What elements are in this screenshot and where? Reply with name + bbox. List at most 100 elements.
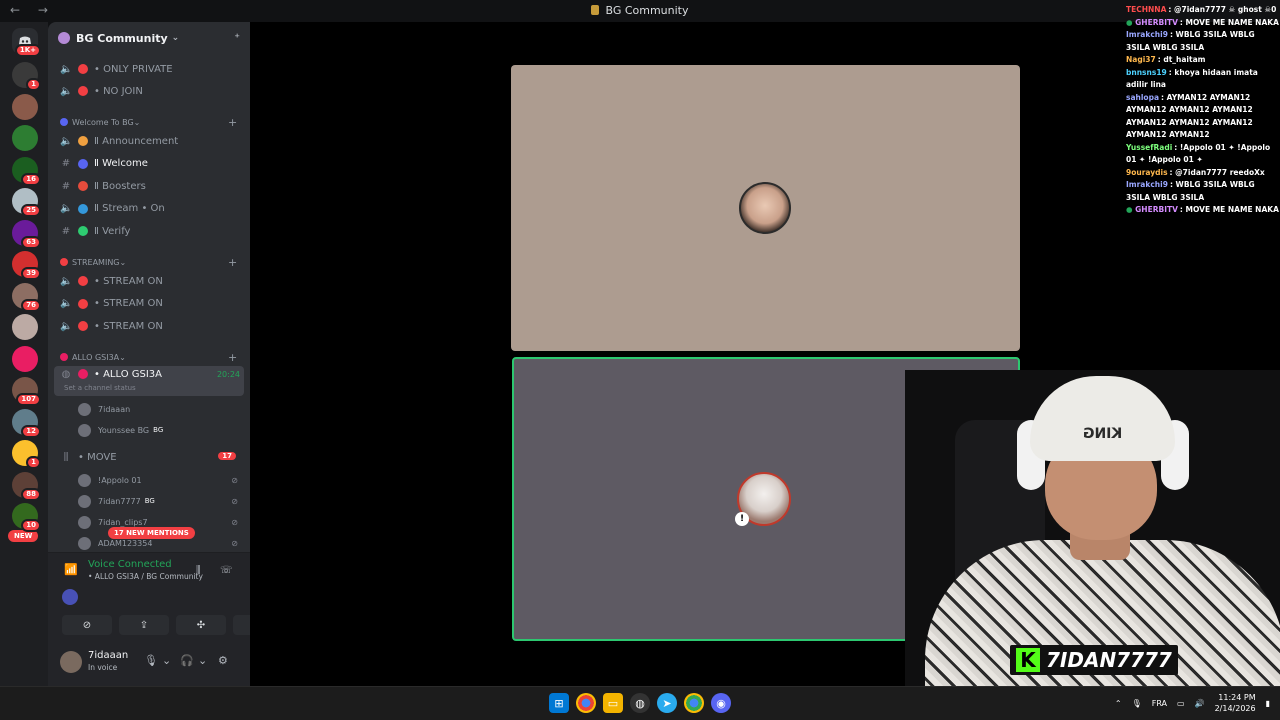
channel-item[interactable]: ⫼ • MOVE 17 [54,447,244,467]
channel-category[interactable]: STREAMING ⌄ + [60,255,237,269]
speaker-icon: 🔈 [60,320,73,332]
network-icon[interactable]: ▭ [1177,699,1185,708]
home-button[interactable]: 1K+ [12,28,41,57]
channel-status-hint[interactable]: Set a channel status [64,384,136,392]
chevron-down-icon[interactable]: ⌄ [198,654,207,667]
chevron-up-icon[interactable]: ⌃ [1115,699,1122,708]
clock[interactable]: 11:24 PM 2/14/2026 [1215,692,1256,714]
activities-icon[interactable]: ✣ [176,615,226,635]
file-explorer-icon[interactable]: ▭ [603,693,623,713]
voice-connected-title[interactable]: Voice Connected [88,559,172,570]
server-icon[interactable]: 10 [12,503,41,532]
signal-icon[interactable]: 📶 [64,563,78,576]
server-icon[interactable]: 88 [12,471,41,501]
server-icon[interactable]: 39 [12,251,41,280]
channel-emoji-icon [78,276,88,286]
channel-emoji-icon [78,158,88,169]
server-icon[interactable]: 16 [12,156,41,186]
server-icon[interactable]: 1 [12,440,41,469]
noise-suppression-icon[interactable]: ⫼ [196,565,201,576]
username[interactable]: 7idaaan [88,650,128,661]
chrome-icon[interactable] [684,693,704,713]
voice-participant[interactable]: !Appolo 01 ⊘ [78,471,244,489]
chevron-down-icon: ⌄ [133,117,141,127]
chevron-down-icon[interactable]: ⌄ [162,654,171,667]
server-icon[interactable]: 1 [12,62,41,91]
server-icon[interactable]: 25 [12,188,41,217]
new-mentions-pill[interactable]: 17 NEW MENTIONS [108,527,195,539]
server-icon[interactable]: 12 [12,408,41,438]
voice-participant[interactable]: Younssee BG BG [78,421,244,439]
channel-label: • ALLO GSI3A [94,369,163,380]
channel-item[interactable]: 🔈 Ⅱ Announcement [54,131,244,151]
speaker-icon: 🔈 [60,135,73,147]
disconnect-icon[interactable]: ☏ [220,565,233,576]
server-icon[interactable] [12,314,38,340]
chat-message: YussefRadi: !Appolo 01 ✦ !Appolo 01 ✦ !A… [1126,142,1280,167]
language-indicator[interactable]: FRA [1152,699,1167,708]
add-channel-icon[interactable]: + [228,351,237,364]
avatar [78,423,91,437]
server-icon[interactable]: 107 [12,377,41,406]
channel-item[interactable]: # Ⅱ Welcome [54,154,244,174]
chrome-icon[interactable] [576,693,596,713]
channel-item[interactable]: # Ⅱ Verify [54,221,244,241]
activity-avatar[interactable] [62,589,78,605]
server-icon[interactable]: 76 [12,282,41,312]
streamer-tag: K 7IDAN7777 [1010,645,1178,675]
webcam-overlay: KING [905,370,1280,686]
voice-channel-path[interactable]: • ALLO GSI3A / BG Community [88,572,203,581]
window-title: BG Community [0,4,1280,17]
headphones-icon[interactable]: 🎧 [180,654,194,667]
category-icon [60,353,68,361]
voice-channel-active[interactable]: ◍ • ALLO GSI3A 20:24 Set a channel status [54,366,244,396]
channel-category[interactable]: ALLO GSI3A ⌄ + [60,350,237,364]
add-channel-icon[interactable]: + [228,256,237,269]
channel-item[interactable]: # Ⅱ Boosters [54,176,244,196]
channel-item[interactable]: 🔈 • NO JOIN [54,81,244,101]
badge-icon: ● [1126,17,1136,27]
channel-item[interactable]: 🔈 Ⅱ Stream • On [54,199,244,219]
channel-item[interactable]: 🔈 • STREAM ON [54,316,244,336]
guild-header[interactable]: BG Community ⌄ ⁺ [48,22,250,54]
voice-participant[interactable]: 7idaaan [78,400,244,418]
microphone-icon[interactable]: 🎙 [1132,699,1142,708]
server-badge: 25 [21,204,41,217]
server-icon[interactable]: 63 [12,219,41,249]
add-channel-icon[interactable]: + [228,116,237,129]
channel-item[interactable]: 🔈 • STREAM ON [54,271,244,291]
chat-username: bnnsns19 [1126,67,1167,77]
share-screen-icon[interactable]: ⇪ [119,615,169,635]
call-timer: 20:24 [216,370,240,379]
avatar[interactable] [60,651,82,673]
camera-off-icon[interactable]: ⊘ [62,615,112,635]
role-tag: BG [153,426,164,434]
participant-name: Younssee BG [98,425,150,435]
telegram-icon[interactable]: ➤ [657,693,677,713]
add-member-icon[interactable]: ⁺ [234,31,240,44]
channel-label: Ⅱ Stream • On [94,203,165,215]
title-bar: ← → BG Community [0,0,1280,22]
category-icon [60,258,68,266]
voice-participant[interactable]: 7idan7777 BG ⊘ [78,492,244,510]
category-label: Welcome To BG [72,117,134,127]
server-badge: 1 [26,78,41,91]
chat-username: Nagi37 [1126,55,1156,64]
channel-category[interactable]: Welcome To BG ⌄ + [60,115,237,129]
guild-icon [58,32,70,44]
notification-icon[interactable]: ▮ [1266,699,1270,708]
server-icon[interactable] [12,345,38,372]
channel-item[interactable]: 🔈 • ONLY PRIVATE [54,59,244,79]
channel-item[interactable]: 🔈 • STREAM ON [54,294,244,314]
server-icon[interactable] [12,93,38,120]
microphone-icon[interactable]: 🎙 [144,654,158,667]
obs-icon[interactable]: ◍ [630,693,650,713]
volume-icon[interactable]: 🔊 [1195,699,1205,708]
avatar [78,515,91,529]
discord-icon[interactable]: ◉ [711,693,731,713]
windows-start-icon[interactable]: ⊞ [549,693,569,713]
server-icon[interactable] [12,125,38,151]
server-badge: 1 [26,456,41,469]
user-status: In voice [88,663,118,672]
gear-icon[interactable]: ⚙ [218,654,228,667]
